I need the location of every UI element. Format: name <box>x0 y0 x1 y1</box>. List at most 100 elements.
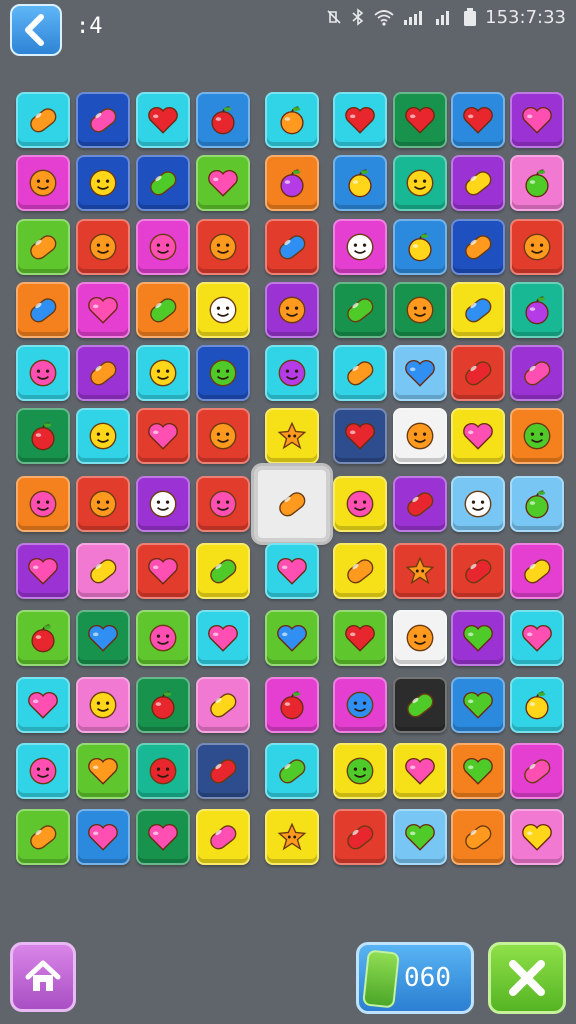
tile-r3-c8[interactable] <box>451 219 505 275</box>
tile-r4-c1[interactable] <box>16 282 70 338</box>
tile-r10-c9[interactable] <box>510 677 564 733</box>
moves-counter-button[interactable]: 060 <box>356 942 474 1014</box>
tile-r11-c9[interactable] <box>510 743 564 799</box>
tile-r9-c1[interactable] <box>16 610 70 666</box>
tile-r12-c5[interactable] <box>265 809 319 865</box>
tile-r11-c6[interactable] <box>333 743 387 799</box>
tile-r7-c1[interactable] <box>16 476 70 532</box>
tile-r10-c3[interactable] <box>136 677 190 733</box>
tile-r2-c3[interactable] <box>136 155 190 211</box>
tile-r7-c6[interactable] <box>333 476 387 532</box>
tile-r1-c9[interactable] <box>510 92 564 148</box>
tile-r4-c6[interactable] <box>333 282 387 338</box>
tile-r4-c7[interactable] <box>393 282 447 338</box>
tile-r3-c6[interactable] <box>333 219 387 275</box>
tile-r2-c2[interactable] <box>76 155 130 211</box>
tile-r12-c1[interactable] <box>16 809 70 865</box>
tile-r2-c7[interactable] <box>393 155 447 211</box>
tile-r3-c1[interactable] <box>16 219 70 275</box>
tile-r8-c5[interactable] <box>265 543 319 599</box>
tile-r3-c4[interactable] <box>196 219 250 275</box>
tile-r12-c7[interactable] <box>393 809 447 865</box>
tile-r1-c1[interactable] <box>16 92 70 148</box>
tile-r7-c9[interactable] <box>510 476 564 532</box>
tile-r4-c2[interactable] <box>76 282 130 338</box>
tile-r3-c5[interactable] <box>265 219 319 275</box>
tile-r10-c4[interactable] <box>196 677 250 733</box>
tile-r6-c8[interactable] <box>451 408 505 464</box>
tile-r3-c3[interactable] <box>136 219 190 275</box>
tile-r7-c4[interactable] <box>196 476 250 532</box>
tile-r7-c5[interactable] <box>254 466 330 542</box>
tile-r7-c2[interactable] <box>76 476 130 532</box>
tile-r11-c3[interactable] <box>136 743 190 799</box>
tile-r11-c4[interactable] <box>196 743 250 799</box>
tile-r2-c5[interactable] <box>265 155 319 211</box>
tile-r8-c4[interactable] <box>196 543 250 599</box>
tile-r11-c2[interactable] <box>76 743 130 799</box>
tile-r9-c8[interactable] <box>451 610 505 666</box>
tile-r9-c5[interactable] <box>265 610 319 666</box>
tile-r2-c4[interactable] <box>196 155 250 211</box>
tile-r12-c8[interactable] <box>451 809 505 865</box>
tile-r5-c8[interactable] <box>451 345 505 401</box>
tile-r12-c3[interactable] <box>136 809 190 865</box>
tile-r6-c7[interactable] <box>393 408 447 464</box>
tile-r6-c4[interactable] <box>196 408 250 464</box>
tile-r8-c8[interactable] <box>451 543 505 599</box>
tile-r9-c2[interactable] <box>76 610 130 666</box>
tile-r4-c5[interactable] <box>265 282 319 338</box>
tile-r8-c1[interactable] <box>16 543 70 599</box>
tile-r9-c4[interactable] <box>196 610 250 666</box>
tile-r2-c8[interactable] <box>451 155 505 211</box>
tile-r2-c6[interactable] <box>333 155 387 211</box>
tile-r1-c3[interactable] <box>136 92 190 148</box>
tile-r5-c3[interactable] <box>136 345 190 401</box>
close-button[interactable] <box>488 942 566 1014</box>
tile-r4-c9[interactable] <box>510 282 564 338</box>
tile-r3-c7[interactable] <box>393 219 447 275</box>
tile-r8-c7[interactable] <box>393 543 447 599</box>
tile-r12-c6[interactable] <box>333 809 387 865</box>
tile-r1-c6[interactable] <box>333 92 387 148</box>
tile-r11-c1[interactable] <box>16 743 70 799</box>
tile-r5-c6[interactable] <box>333 345 387 401</box>
tile-r5-c4[interactable] <box>196 345 250 401</box>
tile-r11-c7[interactable] <box>393 743 447 799</box>
tile-r5-c2[interactable] <box>76 345 130 401</box>
tile-r10-c8[interactable] <box>451 677 505 733</box>
tile-r9-c7[interactable] <box>393 610 447 666</box>
tile-r6-c9[interactable] <box>510 408 564 464</box>
tile-r8-c6[interactable] <box>333 543 387 599</box>
tile-r5-c1[interactable] <box>16 345 70 401</box>
tile-r5-c9[interactable] <box>510 345 564 401</box>
tile-r5-c5[interactable] <box>265 345 319 401</box>
tile-r1-c4[interactable] <box>196 92 250 148</box>
tile-r6-c2[interactable] <box>76 408 130 464</box>
tile-r5-c7[interactable] <box>393 345 447 401</box>
tile-r6-c1[interactable] <box>16 408 70 464</box>
tile-r10-c2[interactable] <box>76 677 130 733</box>
tile-r7-c8[interactable] <box>451 476 505 532</box>
tile-r9-c9[interactable] <box>510 610 564 666</box>
tile-r8-c9[interactable] <box>510 543 564 599</box>
tile-r6-c6[interactable] <box>333 408 387 464</box>
tile-r12-c2[interactable] <box>76 809 130 865</box>
tile-r1-c7[interactable] <box>393 92 447 148</box>
tile-r12-c4[interactable] <box>196 809 250 865</box>
tile-r2-c9[interactable] <box>510 155 564 211</box>
tile-r4-c4[interactable] <box>196 282 250 338</box>
tile-r7-c3[interactable] <box>136 476 190 532</box>
tile-r12-c9[interactable] <box>510 809 564 865</box>
tile-r6-c5[interactable] <box>265 408 319 464</box>
tile-r10-c7[interactable] <box>393 677 447 733</box>
tile-r10-c5[interactable] <box>265 677 319 733</box>
tile-r8-c2[interactable] <box>76 543 130 599</box>
tile-r10-c6[interactable] <box>333 677 387 733</box>
tile-r1-c5[interactable] <box>265 92 319 148</box>
tile-r11-c8[interactable] <box>451 743 505 799</box>
tile-r8-c3[interactable] <box>136 543 190 599</box>
tile-r1-c2[interactable] <box>76 92 130 148</box>
tile-r1-c8[interactable] <box>451 92 505 148</box>
tile-r3-c2[interactable] <box>76 219 130 275</box>
